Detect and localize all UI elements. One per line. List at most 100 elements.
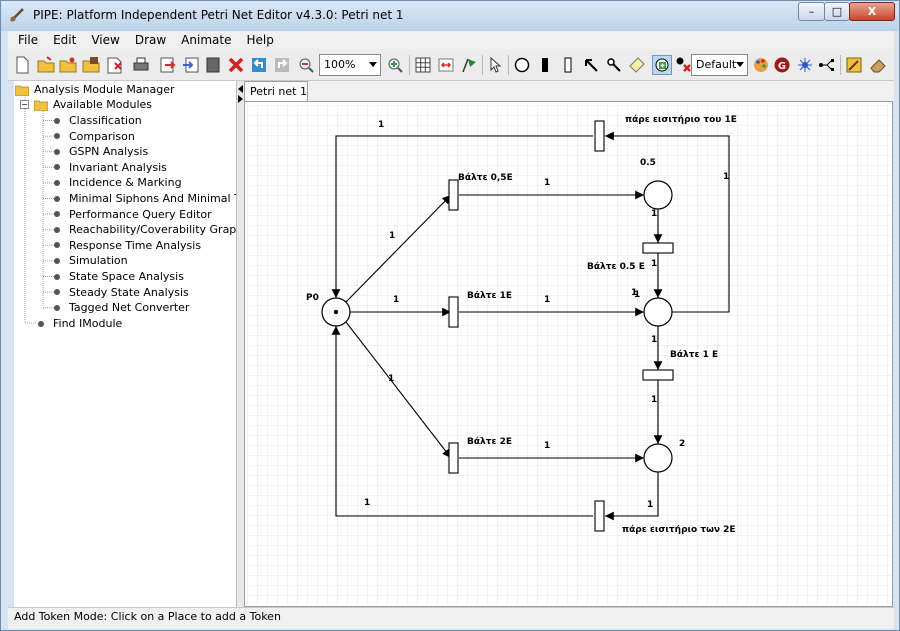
document-button[interactable]	[203, 55, 223, 75]
inhibitor-arc-icon	[607, 58, 621, 72]
module-item[interactable]: Minimal Siphons And Minimal Traps	[54, 191, 236, 206]
delete-button[interactable]	[226, 55, 246, 75]
redo-button[interactable]	[272, 55, 292, 75]
module-label: Performance Query Editor	[69, 207, 212, 221]
minimize-icon: –	[808, 5, 815, 18]
transition-t_top[interactable]	[594, 120, 605, 152]
transition-t_1[interactable]	[448, 296, 459, 328]
module-item[interactable]: Tagged Net Converter	[54, 300, 189, 315]
place-p2[interactable]	[643, 443, 673, 473]
annotation-button[interactable]	[627, 55, 647, 75]
save-folder-icon	[82, 57, 100, 73]
arc-weight-label: 1	[651, 335, 657, 345]
module-label: Comparison	[69, 129, 135, 143]
collapse-right-icon[interactable]	[238, 95, 243, 103]
add-immediate-transition-button[interactable]	[535, 55, 555, 75]
module-item[interactable]: State Space Analysis	[54, 269, 184, 284]
collapse-toggle[interactable]: −	[20, 100, 29, 109]
token-colors-button[interactable]	[751, 55, 771, 75]
module-label: Simulation	[69, 254, 128, 268]
open-example-button[interactable]	[58, 55, 78, 75]
zoom-select[interactable]: 100%	[319, 54, 381, 76]
bullet-icon	[54, 133, 60, 140]
menu-help[interactable]: Help	[236, 31, 278, 49]
collapse-left-icon[interactable]	[238, 85, 243, 93]
module-item[interactable]: GSPN Analysis	[54, 144, 148, 159]
tab-petri-net-1[interactable]: Petri net 1	[244, 81, 308, 101]
transition-t_2[interactable]	[448, 442, 459, 474]
transition-t_05[interactable]	[448, 179, 459, 211]
new-file-button[interactable]	[12, 55, 32, 75]
module-item[interactable]: Invariant Analysis	[54, 160, 167, 175]
bullet-icon	[54, 226, 60, 233]
module-item[interactable]: Performance Query Editor	[54, 207, 212, 222]
toolbar-separator	[409, 55, 410, 75]
menu-file[interactable]: File	[8, 31, 43, 49]
undo-button[interactable]	[249, 55, 269, 75]
menu-draw[interactable]: Draw	[125, 31, 171, 49]
tree-group[interactable]: Available Modules	[34, 97, 152, 112]
module-item[interactable]: Reachability/Coverability Graph	[54, 222, 236, 237]
zoom-out-button[interactable]	[296, 55, 316, 75]
menu-view[interactable]: View	[81, 31, 124, 49]
panel-splitter[interactable]	[237, 81, 244, 607]
module-item[interactable]: Incidence & Marking	[54, 175, 182, 190]
maximize-button[interactable]: □	[824, 2, 850, 21]
network-layout-icon	[798, 58, 812, 72]
add-place-button[interactable]	[512, 55, 532, 75]
export-button[interactable]	[158, 55, 178, 75]
bullet-icon	[54, 304, 60, 311]
petri-net-canvas[interactable]: P0 0.5 1 2 πάρε εισιτήριο του 1Ε Βάλτε 0,5Ε Βά…	[244, 101, 893, 607]
module-item[interactable]: Comparison	[54, 129, 135, 144]
select-tool-button[interactable]	[485, 55, 505, 75]
palette-icon	[754, 58, 768, 72]
title-bar: PIPE: Platform Independent Petri Net Edi…	[1, 1, 899, 31]
close-button[interactable]: X	[849, 2, 895, 21]
toggle-grid-button[interactable]	[413, 55, 433, 75]
transition-t_conv1[interactable]	[642, 369, 674, 381]
add-arc-button[interactable]	[581, 55, 601, 75]
transition-t_conv05[interactable]	[642, 242, 674, 254]
layout-button[interactable]	[795, 55, 815, 75]
document-icon	[206, 57, 220, 73]
place-p05[interactable]	[643, 180, 673, 210]
menu-edit[interactable]: Edit	[43, 31, 81, 49]
find-imodule-label: Find IModule	[53, 317, 123, 330]
close-file-button[interactable]	[104, 55, 124, 75]
module-item[interactable]: Simulation	[54, 253, 128, 268]
fork-button[interactable]	[817, 55, 837, 75]
tree-root[interactable]: Analysis Module Manager	[15, 82, 175, 97]
print-button[interactable]	[131, 55, 151, 75]
close-file-icon	[107, 57, 122, 74]
inhibitor-arc-button[interactable]	[604, 55, 624, 75]
flag-button[interactable]	[459, 55, 479, 75]
menu-animate[interactable]: Animate	[171, 31, 236, 49]
gspn-button[interactable]: G	[772, 55, 792, 75]
place-p1[interactable]	[643, 297, 673, 327]
find-imodule-item[interactable]: Find IModule	[38, 316, 122, 331]
pipe-app-icon	[10, 8, 24, 22]
place-label: 0.5	[640, 158, 656, 168]
eraser-button[interactable]	[868, 55, 888, 75]
module-item[interactable]: Response Time Analysis	[54, 238, 201, 253]
arc-weight-label: 1	[651, 209, 657, 219]
module-label: Minimal Siphons And Minimal Traps	[69, 192, 236, 205]
import-button[interactable]	[181, 55, 201, 75]
module-item[interactable]: Classification	[54, 113, 142, 128]
minimize-button[interactable]: –	[798, 2, 825, 21]
bullet-icon	[54, 273, 60, 280]
drag-button[interactable]	[436, 55, 456, 75]
add-token-button[interactable]	[652, 55, 672, 75]
edit-note-button[interactable]	[844, 55, 864, 75]
arc-arrow-icon	[585, 59, 598, 72]
petri-net-drawing[interactable]: P0 0.5 1 2 πάρε εισιτήριο του 1Ε Βάλτε 0,5Ε Βά…	[247, 105, 891, 605]
transition-label: Βάλτε 0.5 Ε	[587, 262, 645, 272]
zoom-in-button[interactable]	[385, 55, 405, 75]
token-class-select[interactable]: Default	[691, 54, 748, 76]
open-file-button[interactable]	[36, 55, 56, 75]
save-button[interactable]	[81, 55, 101, 75]
add-timed-transition-button[interactable]	[558, 55, 578, 75]
module-item[interactable]: Steady State Analysis	[54, 285, 189, 300]
transition-t_bottom[interactable]	[594, 500, 605, 532]
maximize-icon: □	[831, 5, 843, 18]
